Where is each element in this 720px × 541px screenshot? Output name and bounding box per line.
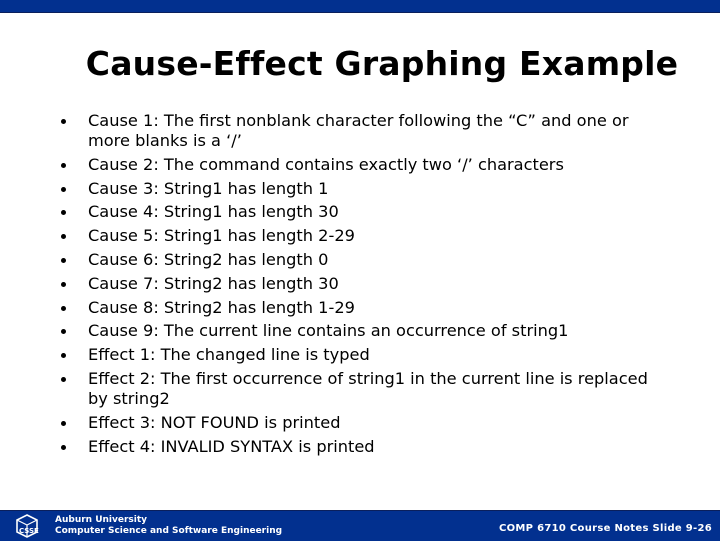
bullet-item: Cause 7: String2 has length 30 [56,274,656,294]
bullet-text: Cause 8: String2 has length 1-29 [88,297,355,317]
bullet-text: Cause 6: String2 has length 0 [88,249,329,269]
csse-logo-icon: CSSE [16,514,39,538]
bullet-dot-icon [61,444,66,450]
bullet-text: Cause 5: String1 has length 2-29 [88,226,355,246]
bullet-dot-icon [61,353,66,359]
bullet-item: Cause 3: String1 has length 1 [56,179,656,199]
bullet-item: Cause 9: The current line contains an oc… [56,321,656,341]
bullet-dot-icon [61,257,66,263]
bullet-dot-icon [61,186,66,192]
institution-label: Auburn University Computer Science and S… [55,515,282,537]
slide-number-label: COMP 6710 Course Notes Slide 9-26 [498,523,712,534]
bullet-item: Effect 3: NOT FOUND is printed [56,413,656,433]
bullet-dot-icon [61,234,66,240]
bullet-item: Cause 5: String1 has length 2-29 [56,226,656,246]
university-name: Auburn University [55,515,148,525]
bullet-item: Cause 6: String2 has length 0 [56,250,656,270]
bullet-item: Cause 4: String1 has length 30 [56,202,656,222]
department-name: Computer Science and Software Engineerin… [55,526,283,536]
bullet-item: Effect 4: INVALID SYNTAX is printed [56,437,656,457]
bullet-dot-icon [61,119,66,124]
bullet-text: Effect 3: NOT FOUND is printed [88,412,341,432]
bullet-text: Effect 2: The first occurrence of string… [88,368,648,408]
bullet-text: Cause 1: The first nonblank character fo… [88,111,629,150]
bullet-text: Cause 4: String1 has length 30 [88,202,339,222]
bullet-text: Effect 1: The changed line is typed [88,345,370,365]
top-accent-bar [0,0,720,13]
bullet-dot-icon [61,329,66,335]
bullet-dot-icon [61,210,66,216]
bullet-dot-icon [61,281,66,287]
bullet-dot-icon [61,162,66,168]
slide-title: Cause-Effect Graphing Example [85,44,679,83]
bullet-item: Cause 2: The command contains exactly tw… [56,155,656,175]
bullet-list: Cause 1: The first nonblank character fo… [56,111,656,460]
footer-bar: CSSE Auburn University Computer Science … [0,510,720,541]
svg-text:CSSE: CSSE [19,527,39,535]
bullet-item: Effect 2: The first occurrence of string… [56,369,656,409]
bullet-text: Cause 7: String2 has length 30 [88,273,339,293]
bullet-item: Effect 1: The changed line is typed [56,345,656,365]
bullet-text: Effect 4: INVALID SYNTAX is printed [88,436,375,456]
bullet-item: Cause 1: The first nonblank character fo… [56,111,656,151]
bullet-text: Cause 9: The current line contains an oc… [88,321,569,341]
bullet-text: Cause 2: The command contains exactly tw… [88,154,564,174]
bullet-text: Cause 3: String1 has length 1 [88,178,329,198]
bullet-dot-icon [61,305,66,311]
bullet-dot-icon [61,420,66,426]
bullet-dot-icon [61,376,66,382]
bullet-item: Cause 8: String2 has length 1-29 [56,298,656,318]
